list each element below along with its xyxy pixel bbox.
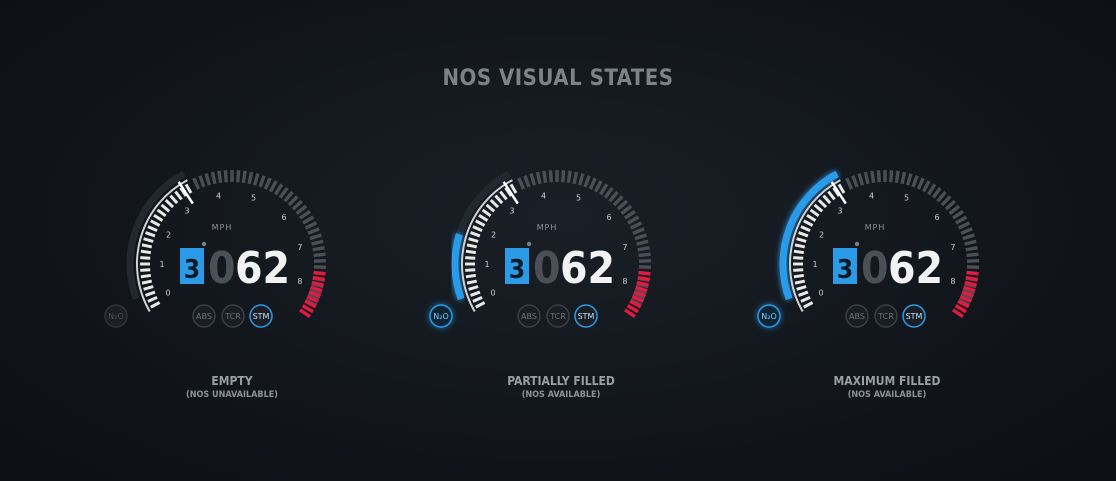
nos-label: N₂O xyxy=(108,312,124,321)
state-label: EMPTY xyxy=(211,374,253,388)
assist-button-abs[interactable]: ABS xyxy=(845,304,869,328)
state-note: (NOS AVAILABLE) xyxy=(847,390,927,400)
scale-label: 2 xyxy=(819,230,824,239)
scale-label: 8 xyxy=(950,277,955,286)
redline-band xyxy=(952,270,979,318)
redline-band xyxy=(299,270,326,318)
scale-label: 4 xyxy=(869,191,874,200)
gear-dot xyxy=(526,241,532,247)
assist-button-stm[interactable]: STM xyxy=(249,304,273,328)
gear-value: 3 xyxy=(184,255,200,285)
scale-label: 2 xyxy=(166,230,171,239)
nos-label: N₂O xyxy=(761,312,777,321)
nos-badge: N₂O xyxy=(429,304,453,328)
assist-button-label[interactable]: ABS xyxy=(196,312,212,321)
unit-label: MPH xyxy=(537,223,558,232)
speed-value: 62 xyxy=(888,243,943,294)
scale-label: 7 xyxy=(950,243,955,252)
assist-button-stm[interactable]: STM xyxy=(902,304,926,328)
assist-button-label[interactable]: ABS xyxy=(849,312,865,321)
assist-button-label[interactable]: TCR xyxy=(549,312,566,321)
scale-label: 2 xyxy=(491,230,496,239)
speed-value: 62 xyxy=(235,243,290,294)
assist-button-abs[interactable]: ABS xyxy=(192,304,216,328)
gauge-svg: 01234 5678MPH3 0 62N₂O ABS TCR STM xyxy=(104,170,327,328)
speed-leading-digit: 0 xyxy=(861,243,889,294)
gauge-svg: 01234 5678MPH3 0 62N₂O ABS TCR STM xyxy=(757,170,980,328)
scale-label: 1 xyxy=(812,260,817,269)
unit-label: MPH xyxy=(865,223,886,232)
scale-label: 1 xyxy=(484,260,489,269)
scale-label: 8 xyxy=(297,277,302,286)
nos-badge: N₂O xyxy=(104,304,128,328)
scale-label: 5 xyxy=(576,193,581,202)
assist-button-label[interactable]: ABS xyxy=(521,312,537,321)
assist-button-tcr[interactable]: TCR xyxy=(874,304,898,328)
scale-label: 1 xyxy=(159,260,164,269)
scale-label: 6 xyxy=(934,213,939,222)
scale-label: 4 xyxy=(216,191,221,200)
assist-button-stm[interactable]: STM xyxy=(574,304,598,328)
scale-label: 6 xyxy=(606,213,611,222)
nos-badge: N₂O xyxy=(757,304,781,328)
redline-band xyxy=(624,270,651,318)
caption-maximum-filled: MAXIMUM FILLED (NOS AVAILABLE) xyxy=(777,374,997,400)
speed-value: 62 xyxy=(560,243,615,294)
state-label: MAXIMUM FILLED xyxy=(833,374,941,388)
gauge-maximum-filled: 0 1 2 3 4 5 6 7 8 MPH 3 0 62 N₂O ABS TCR STM xyxy=(757,170,1007,342)
scale-label: 6 xyxy=(281,213,286,222)
scale-label: 8 xyxy=(622,277,627,286)
caption-partially-filled: PARTIALLY FILLED (NOS AVAILABLE) xyxy=(451,374,671,400)
scale-label: 3 xyxy=(184,206,189,215)
state-note: (NOS AVAILABLE) xyxy=(521,390,601,400)
gauge-empty: 0 1 2 3 4 5 6 7 8 MPH 3 0 62 N₂O ABS TCR STM xyxy=(104,170,354,342)
assist-button-label[interactable]: TCR xyxy=(877,312,894,321)
scale-label: 7 xyxy=(622,243,627,252)
speed-leading-digit: 0 xyxy=(208,243,236,294)
scale-label: 5 xyxy=(251,193,256,202)
assist-button-abs[interactable]: ABS xyxy=(517,304,541,328)
scale-label: 0 xyxy=(491,289,496,298)
state-label: PARTIALLY FILLED xyxy=(507,374,615,388)
gear-dot xyxy=(201,241,207,247)
gear-value: 3 xyxy=(837,255,853,285)
assist-button-label[interactable]: STM xyxy=(578,312,595,321)
state-note: (NOS UNAVAILABLE) xyxy=(186,390,278,400)
scale-label: 3 xyxy=(837,206,842,215)
caption-empty: EMPTY (NOS UNAVAILABLE) xyxy=(122,374,342,400)
scale-label: 0 xyxy=(819,289,824,298)
page-title: NOS VISUAL STATES xyxy=(442,66,674,91)
scale-label: 7 xyxy=(297,243,302,252)
gear-value: 3 xyxy=(509,255,525,285)
assist-button-tcr[interactable]: TCR xyxy=(546,304,570,328)
assist-button-label[interactable]: TCR xyxy=(224,312,241,321)
unit-label: MPH xyxy=(212,223,233,232)
nos-label: N₂O xyxy=(433,312,449,321)
scale-label: 4 xyxy=(541,191,546,200)
assist-button-tcr[interactable]: TCR xyxy=(221,304,245,328)
scale-label: 0 xyxy=(166,289,171,298)
gauge-svg: 01234 5678MPH3 0 62N₂O ABS TCR STM xyxy=(429,170,652,328)
gear-dot xyxy=(854,241,860,247)
gauge-partially-filled: 0 1 2 3 4 5 6 7 8 MPH 3 0 62 N₂O ABS TCR STM xyxy=(429,170,679,342)
assist-button-label[interactable]: STM xyxy=(253,312,270,321)
scale-label: 5 xyxy=(904,193,909,202)
nos-fill-bar xyxy=(451,233,465,301)
speed-leading-digit: 0 xyxy=(533,243,561,294)
assist-button-label[interactable]: STM xyxy=(906,312,923,321)
scale-label: 3 xyxy=(509,206,514,215)
